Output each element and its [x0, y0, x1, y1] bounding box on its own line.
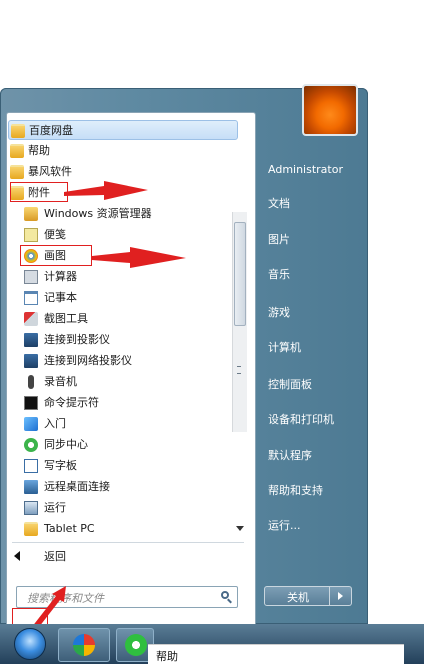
start-orb-icon[interactable]	[14, 628, 46, 660]
app-logo-icon	[73, 634, 95, 656]
tooltip-text: 帮助	[156, 650, 178, 663]
annotation-arrows	[28, 181, 186, 636]
browser-logo-icon	[125, 634, 147, 656]
taskbar-tooltip: 帮助	[148, 644, 404, 665]
arrow-to-accessories	[64, 181, 148, 200]
arrow-to-paint	[92, 247, 186, 268]
taskbar-app-icon[interactable]	[58, 628, 110, 662]
